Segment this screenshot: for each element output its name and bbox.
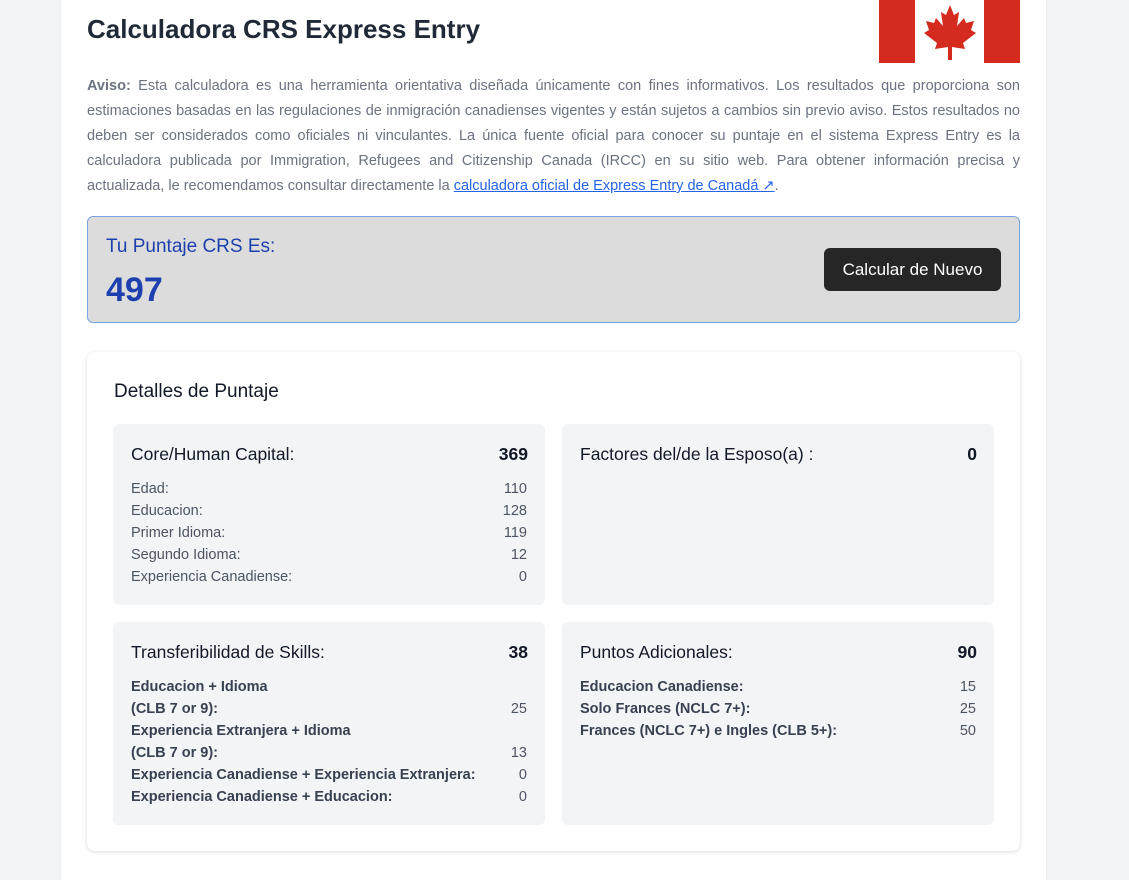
panel-total: 0 xyxy=(967,444,977,464)
recalculate-button[interactable]: Calcular de Nuevo xyxy=(824,248,1001,291)
row-value: 0 xyxy=(518,767,527,783)
disclaimer-body: Esta calculadora es una herramienta orie… xyxy=(87,78,1020,194)
list-item: Experiencia Canadiense + Educacion: 0 xyxy=(131,786,527,808)
list-item: (CLB 7 or 9): 25 xyxy=(131,698,527,720)
score-value: 497 xyxy=(106,271,163,309)
disclaimer-text: Aviso: Esta calculadora es una herramien… xyxy=(87,74,1020,199)
panel-rows: Educacion Canadiense: 15 Solo Frances (NC… xyxy=(580,676,976,742)
panel-header: Puntos Adicionales: 90 xyxy=(580,642,977,663)
list-item: Experiencia Canadiense + Experiencia Ext… xyxy=(131,764,527,786)
panel-rows: Edad: 110 Educacion: 128 Primer Idioma: 119… xyxy=(131,478,527,588)
row-value: 110 xyxy=(503,481,527,497)
score-details-card: Detalles de Puntaje Core/Human Capital: … xyxy=(87,352,1020,851)
details-title: Detalles de Puntaje xyxy=(114,381,279,402)
list-item: Frances (NCLC 7+) e Ingles (CLB 5+): 50 xyxy=(580,720,976,742)
row-value: 13 xyxy=(510,745,527,761)
list-item: Experiencia Canadiense: 0 xyxy=(131,566,527,588)
row-value: 50 xyxy=(959,723,976,739)
row-value: 15 xyxy=(959,679,976,695)
page-container: Calculadora CRS Express Entry Aviso: Est… xyxy=(61,0,1046,880)
panel-label: Puntos Adicionales: xyxy=(580,642,733,662)
panel-header: Transferibilidad de Skills: 38 xyxy=(131,642,528,663)
list-item: Experiencia Extranjera + Idioma xyxy=(131,720,527,742)
row-value: 25 xyxy=(959,701,976,717)
disclaimer-trailing: . xyxy=(774,178,779,194)
page-title: Calculadora CRS Express Entry xyxy=(87,14,481,44)
row-value: 0 xyxy=(518,789,527,805)
row-value: 0 xyxy=(518,569,527,585)
row-value: 25 xyxy=(510,701,527,717)
row-label: Edad: xyxy=(131,481,169,497)
row-label: Educacion: xyxy=(131,503,203,519)
row-label: Experiencia Canadiense + Experiencia Ext… xyxy=(131,767,476,783)
score-label: Tu Puntaje CRS Es: xyxy=(106,236,276,257)
panel-header: Factores del/de la Esposo(a) : 0 xyxy=(580,444,977,465)
row-label: Frances (NCLC 7+) e Ingles (CLB 5+): xyxy=(580,723,838,739)
row-label: (CLB 7 or 9): xyxy=(131,701,218,717)
additional-points-panel: Puntos Adicionales: 90 Educacion Canadie… xyxy=(562,622,994,825)
score-summary: Tu Puntaje CRS Es: 497 Calcular de Nuevo xyxy=(87,216,1020,323)
list-item: Primer Idioma: 119 xyxy=(131,522,527,544)
panel-total: 369 xyxy=(498,444,528,464)
list-item: Edad: 110 xyxy=(131,478,527,500)
row-value: 12 xyxy=(510,547,527,563)
spouse-factors-panel: Factores del/de la Esposo(a) : 0 xyxy=(562,424,994,605)
list-item: Educacion Canadiense: 15 xyxy=(580,676,976,698)
list-item: Educacion + Idioma xyxy=(131,676,527,698)
skill-transferability-panel: Transferibilidad de Skills: 38 Educacion… xyxy=(113,622,545,825)
official-calculator-link[interactable]: calculadora oficial de Express Entry de … xyxy=(454,178,775,194)
row-label: Educacion + Idioma xyxy=(131,679,268,695)
row-label: Solo Frances (NCLC 7+): xyxy=(580,701,751,717)
panel-label: Core/Human Capital: xyxy=(131,444,295,464)
row-label: Primer Idioma: xyxy=(131,525,226,541)
list-item: Segundo Idioma: 12 xyxy=(131,544,527,566)
row-label: Experiencia Canadiense + Educacion: xyxy=(131,789,393,805)
row-value: 128 xyxy=(502,503,527,519)
panel-total: 90 xyxy=(957,642,977,662)
list-item: Educacion: 128 xyxy=(131,500,527,522)
row-label: Experiencia Extranjera + Idioma xyxy=(131,723,351,739)
row-label: (CLB 7 or 9): xyxy=(131,745,218,761)
canada-flag-icon xyxy=(879,0,1020,63)
maple-leaf-icon xyxy=(923,4,976,60)
panel-label: Transferibilidad de Skills: xyxy=(131,642,325,662)
row-label: Segundo Idioma: xyxy=(131,547,241,563)
panel-label: Factores del/de la Esposo(a) : xyxy=(580,444,814,464)
panel-header: Core/Human Capital: 369 xyxy=(131,444,528,465)
list-item: (CLB 7 or 9): 13 xyxy=(131,742,527,764)
row-label: Educacion Canadiense: xyxy=(580,679,744,695)
panel-rows: Educacion + Idioma (CLB 7 or 9): 25 Exper… xyxy=(131,676,527,808)
row-value: 119 xyxy=(503,525,527,541)
core-human-capital-panel: Core/Human Capital: 369 Edad: 110 Educaci… xyxy=(113,424,545,605)
list-item: Solo Frances (NCLC 7+): 25 xyxy=(580,698,976,720)
row-label: Experiencia Canadiense: xyxy=(131,569,293,585)
disclaimer-label: Aviso: xyxy=(87,78,131,94)
panel-total: 38 xyxy=(508,642,528,662)
